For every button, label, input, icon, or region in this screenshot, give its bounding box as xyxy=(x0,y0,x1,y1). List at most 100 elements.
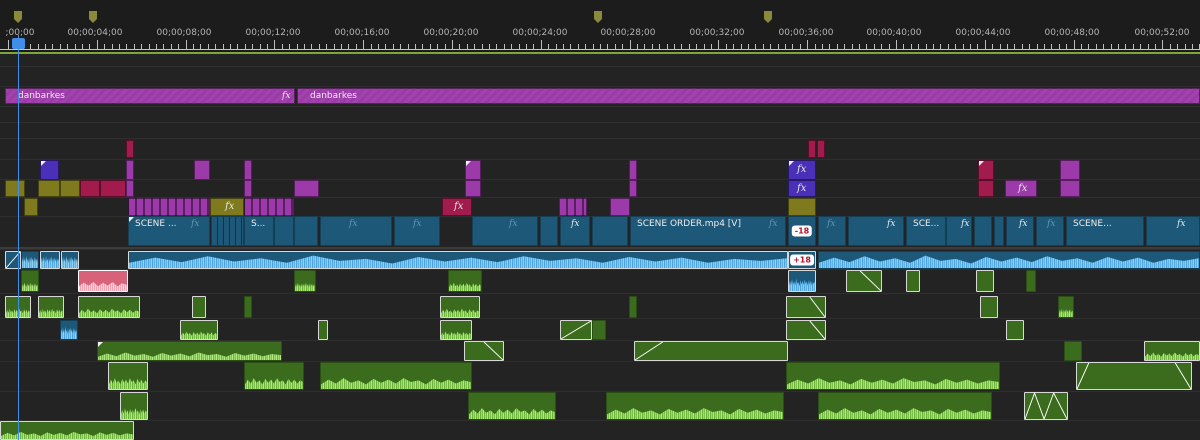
title-clip[interactable]: fx xyxy=(788,160,816,180)
music-clip[interactable] xyxy=(448,270,482,292)
title-clip[interactable] xyxy=(788,198,816,216)
video-clip[interactable] xyxy=(974,216,992,246)
video-clip[interactable] xyxy=(592,216,628,246)
video-clip[interactable] xyxy=(294,216,318,246)
music-clip[interactable] xyxy=(1144,341,1200,361)
video-clip[interactable]: fx xyxy=(818,216,846,246)
music-clip[interactable] xyxy=(468,392,556,420)
selected-audio-clip[interactable] xyxy=(78,270,128,292)
music-clip[interactable] xyxy=(464,341,504,361)
music-clip[interactable] xyxy=(629,296,637,318)
playhead-line[interactable] xyxy=(18,35,19,440)
music-clip[interactable] xyxy=(606,392,784,420)
music-clip[interactable] xyxy=(1026,270,1036,292)
audio-clip[interactable] xyxy=(818,251,1200,269)
title-clip[interactable]: fx xyxy=(210,198,244,216)
title-clip[interactable]: fx xyxy=(788,180,816,197)
music-clip[interactable] xyxy=(1076,362,1192,390)
title-clip[interactable] xyxy=(5,180,25,197)
video-clip[interactable]: fx xyxy=(394,216,440,246)
video-clip[interactable]: S... xyxy=(244,216,274,246)
audio-clip[interactable] xyxy=(788,270,816,292)
audio-clip[interactable] xyxy=(61,251,79,269)
title-clip[interactable] xyxy=(629,180,637,197)
music-clip[interactable] xyxy=(244,362,304,390)
video-clip[interactable]: fx xyxy=(848,216,904,246)
music-clip[interactable] xyxy=(440,296,480,318)
music-clip[interactable] xyxy=(38,296,64,318)
music-clip[interactable] xyxy=(592,320,606,340)
video-clip[interactable]: fx xyxy=(560,216,590,246)
video-clip[interactable]: SCENE ORDER.mp4 [V] fx xyxy=(630,216,786,246)
playhead-handle[interactable] xyxy=(12,38,25,49)
adjustment-clip[interactable]: danbarkes xyxy=(297,88,1200,104)
timeline-panel[interactable]: ;00;00 00;00;04;00 00;00;08;00 00;00;12;00 0… xyxy=(0,0,1200,440)
title-clip[interactable] xyxy=(808,140,816,158)
audio-clip[interactable] xyxy=(40,251,60,269)
video-clip[interactable]: fx xyxy=(472,216,538,246)
music-clip[interactable] xyxy=(634,341,788,361)
music-clip[interactable] xyxy=(786,320,826,340)
audio-clip[interactable] xyxy=(60,320,78,340)
music-clip[interactable] xyxy=(0,421,134,440)
video-clip[interactable] xyxy=(274,216,294,246)
adjustment-clip[interactable]: danbarkes fx xyxy=(5,88,295,104)
music-clip[interactable] xyxy=(976,270,994,292)
music-clip[interactable] xyxy=(294,270,316,292)
title-clip[interactable] xyxy=(38,180,60,197)
music-clip[interactable] xyxy=(906,270,920,292)
video-clip[interactable] xyxy=(211,216,244,246)
video-clip[interactable]: SCENE ... fx xyxy=(128,216,210,246)
title-clip[interactable]: fx xyxy=(1005,180,1037,197)
title-clip[interactable] xyxy=(100,180,126,197)
music-clip[interactable] xyxy=(108,362,148,390)
title-clip[interactable] xyxy=(244,180,252,197)
video-clip[interactable]: fx xyxy=(1036,216,1064,246)
music-clip[interactable] xyxy=(846,270,882,292)
video-clip[interactable] xyxy=(994,216,1004,246)
title-clip-run[interactable] xyxy=(128,198,210,216)
audio-clip[interactable] xyxy=(128,251,788,269)
title-clip[interactable] xyxy=(126,140,134,158)
music-clip[interactable] xyxy=(1006,320,1024,340)
music-clip[interactable] xyxy=(1064,341,1082,361)
music-clip[interactable] xyxy=(980,296,998,318)
video-clip[interactable]: fx xyxy=(1146,216,1200,246)
music-clip[interactable] xyxy=(78,296,140,318)
music-clip[interactable] xyxy=(818,392,992,420)
title-clip-run[interactable] xyxy=(559,198,587,216)
title-clip-run[interactable] xyxy=(244,198,294,216)
title-clip[interactable] xyxy=(80,180,100,197)
title-clip[interactable] xyxy=(194,160,210,180)
title-clip[interactable] xyxy=(610,198,630,216)
music-clip[interactable] xyxy=(560,320,592,340)
music-clip[interactable] xyxy=(786,362,1000,390)
music-clip[interactable] xyxy=(120,392,148,420)
music-clip[interactable] xyxy=(440,320,472,340)
title-clip[interactable] xyxy=(465,180,481,197)
video-clip[interactable]: fx xyxy=(1006,216,1034,246)
title-clip[interactable] xyxy=(244,160,252,180)
audio-clip[interactable]: +18 xyxy=(788,251,816,269)
video-clip[interactable]: fx xyxy=(946,216,972,246)
music-clip[interactable] xyxy=(97,341,282,361)
music-clip[interactable] xyxy=(318,320,328,340)
title-clip[interactable] xyxy=(60,180,80,197)
title-clip[interactable] xyxy=(629,160,637,180)
title-clip[interactable] xyxy=(24,198,38,216)
title-clip[interactable] xyxy=(294,180,319,197)
music-clip[interactable] xyxy=(21,270,39,292)
audio-clip[interactable] xyxy=(21,251,39,269)
music-clip[interactable] xyxy=(1024,392,1068,420)
title-clip[interactable] xyxy=(126,160,134,180)
title-clip[interactable] xyxy=(1060,160,1080,180)
video-clip[interactable]: SCENE... xyxy=(1066,216,1144,246)
music-clip[interactable] xyxy=(244,296,252,318)
music-clip[interactable] xyxy=(786,296,826,318)
video-clip[interactable]: SCE... xyxy=(906,216,946,246)
video-clip[interactable] xyxy=(540,216,558,246)
music-clip[interactable] xyxy=(180,320,218,340)
music-clip[interactable] xyxy=(192,296,206,318)
title-clip[interactable] xyxy=(126,180,134,197)
title-clip[interactable] xyxy=(40,160,59,180)
